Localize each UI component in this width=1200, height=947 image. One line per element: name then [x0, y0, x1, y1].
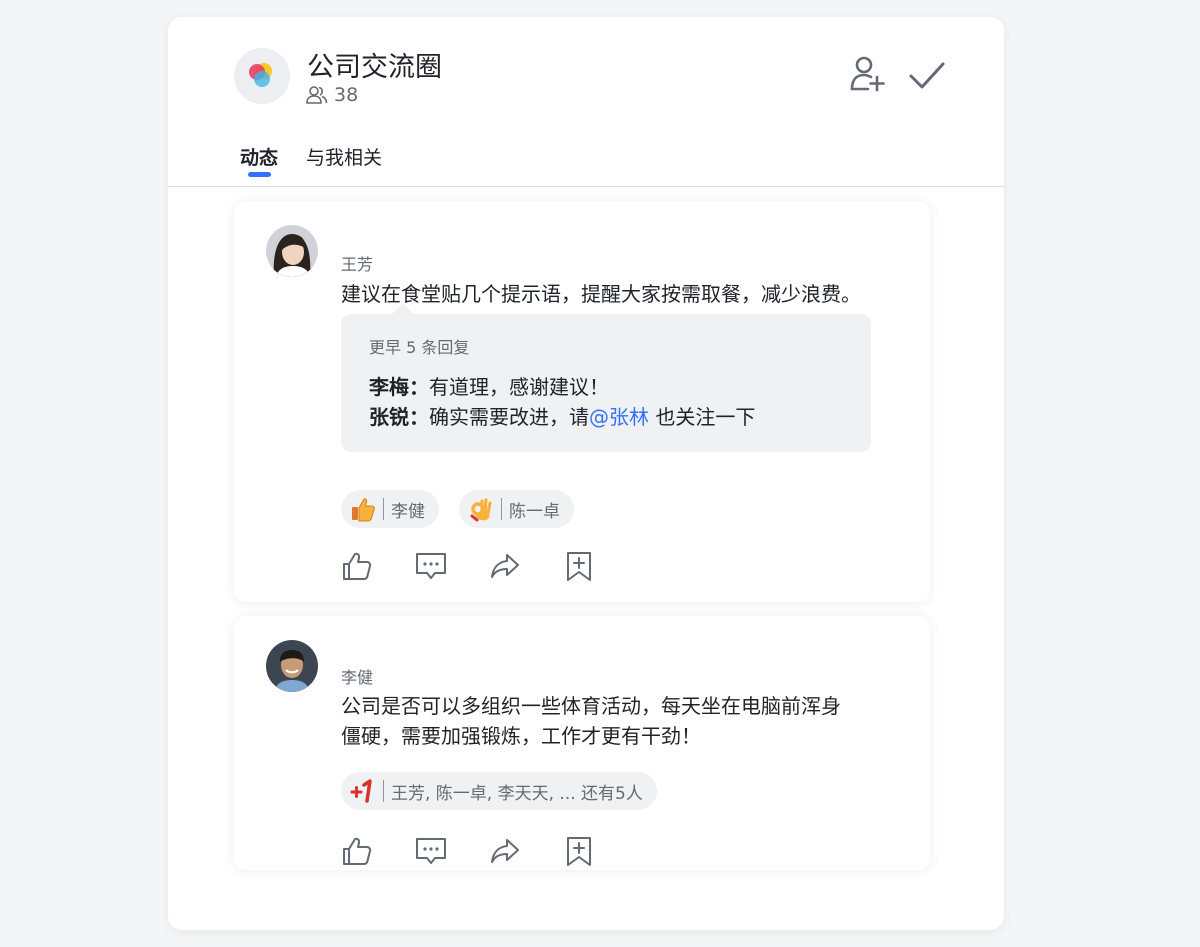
tab-related-to-me[interactable]: 与我相关 — [306, 145, 382, 171]
member-count-value: 38 — [334, 84, 359, 106]
share-button[interactable] — [489, 550, 521, 582]
bookmark-add-icon — [567, 552, 591, 581]
reaction-users: 陈一卓 — [509, 501, 560, 522]
bookmark-add-icon — [567, 837, 591, 866]
bookmark-button[interactable] — [563, 550, 595, 582]
comment-icon — [416, 838, 446, 864]
group-title: 公司交流圈 — [307, 52, 442, 83]
checkmark-icon — [909, 62, 945, 89]
reply-text-tail: 也关注一下 — [649, 405, 756, 429]
reaction-users: 王芳, 陈一卓, 李天天, ... 还有5人 — [391, 783, 643, 804]
thumbs-up-emoji-icon — [352, 498, 375, 522]
tab-feed[interactable]: 动态 — [240, 145, 278, 171]
post-card: 王芳 建议在食堂贴几个提示语，提醒大家按需取餐，减少浪费。 更早 5 条回复 李… — [234, 201, 930, 602]
avatar[interactable] — [266, 225, 318, 277]
post-author[interactable]: 李健 — [341, 664, 373, 688]
reaction-pill[interactable]: 陈一卓 — [459, 490, 574, 528]
reply-author[interactable]: 张锐： — [369, 405, 429, 429]
post-card: 李健 公司是否可以多组织一些体育活动，每天坐在电脑前浑身 僵硬，需要加强锻炼，工… — [234, 616, 930, 870]
done-button[interactable] — [908, 59, 946, 93]
comment-button[interactable] — [415, 835, 447, 867]
add-member-button[interactable] — [848, 55, 886, 93]
tab-bar: 动态 与我相关 — [240, 145, 382, 171]
active-tab-indicator — [248, 172, 271, 177]
thumbs-up-icon — [343, 552, 372, 580]
plus-one-emoji-icon — [350, 779, 372, 803]
earlier-replies-link[interactable]: 更早 5 条回复 — [369, 334, 469, 358]
like-button[interactable] — [341, 550, 373, 582]
comment-icon — [416, 553, 446, 579]
group-avatar[interactable] — [234, 48, 290, 104]
add-user-icon — [850, 56, 885, 92]
thumbs-up-icon — [343, 837, 372, 865]
group-panel: 公司交流圈 38 动态 与我相关 王芳 建议在食堂贴几个提示语，提醒大家按需取餐… — [168, 17, 1004, 930]
avatar[interactable] — [266, 640, 318, 692]
reply-text: 有道理，感谢建议！ — [429, 375, 609, 399]
post-actions — [341, 550, 595, 582]
comment-button[interactable] — [415, 550, 447, 582]
mention-link[interactable]: @张林 — [589, 405, 649, 429]
share-icon — [491, 839, 519, 863]
post-author[interactable]: 王芳 — [341, 251, 373, 275]
reply-item: 张锐：确实需要改进，请@张林 也关注一下 — [369, 402, 755, 432]
header-divider — [168, 186, 1004, 187]
group-logo-icon — [249, 63, 272, 87]
ok-hand-emoji-icon — [470, 498, 492, 522]
user-avatar-icon — [266, 640, 318, 692]
reaction-separator — [383, 498, 384, 520]
members-icon — [306, 86, 328, 104]
share-icon — [491, 554, 519, 578]
post-text: 建议在食堂贴几个提示语，提醒大家按需取餐，减少浪费。 — [341, 282, 861, 306]
like-button[interactable] — [341, 835, 373, 867]
reply-text: 确实需要改进，请 — [429, 405, 589, 429]
bookmark-button[interactable] — [563, 835, 595, 867]
reply-author[interactable]: 李梅： — [369, 375, 429, 399]
reply-item: 李梅：有道理，感谢建议！ — [369, 372, 609, 402]
reaction-separator — [501, 498, 502, 520]
reaction-users: 李健 — [391, 501, 425, 522]
post-actions — [341, 835, 595, 867]
post-text-line: 僵硬，需要加强锻炼，工作才更有干劲！ — [341, 724, 701, 748]
reaction-pill[interactable]: 李健 — [341, 490, 439, 528]
share-button[interactable] — [489, 835, 521, 867]
reply-thread: 更早 5 条回复 李梅：有道理，感谢建议！ 张锐：确实需要改进，请@张林 也关注… — [341, 303, 871, 452]
post-text: 公司是否可以多组织一些体育活动，每天坐在电脑前浑身 僵硬，需要加强锻炼，工作才更… — [341, 691, 841, 751]
post-text-line: 公司是否可以多组织一些体育活动，每天坐在电脑前浑身 — [341, 694, 841, 718]
member-count[interactable]: 38 — [306, 83, 358, 107]
reaction-separator — [383, 780, 384, 802]
user-avatar-icon — [266, 225, 318, 277]
reaction-pill[interactable]: 王芳, 陈一卓, 李天天, ... 还有5人 — [341, 772, 657, 810]
